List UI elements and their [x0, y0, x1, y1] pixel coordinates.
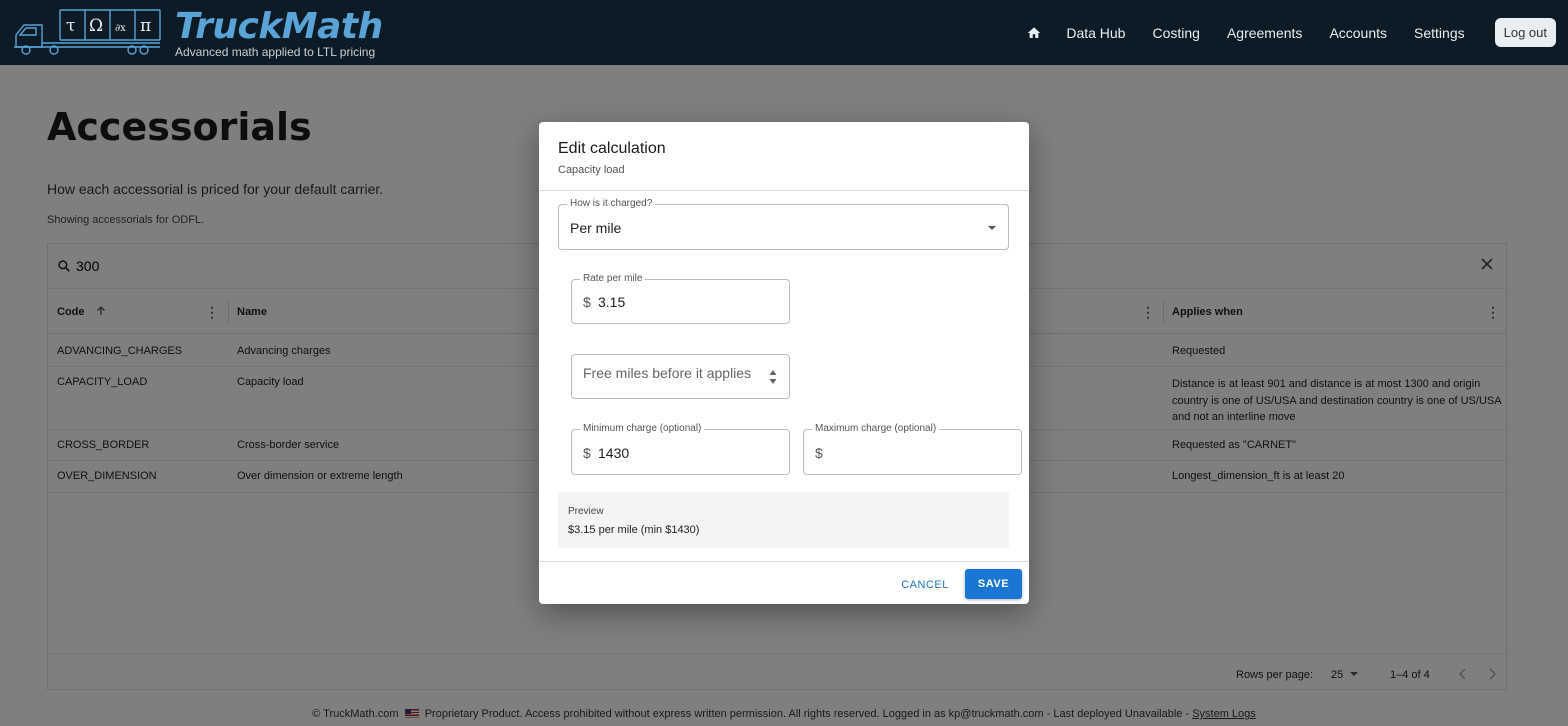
cancel-button[interactable]: CANCEL [897, 571, 953, 599]
charge-method-value: Per mile [570, 220, 622, 236]
currency-prefix: $ [815, 445, 823, 461]
truckmath-logo[interactable]: τ Ω ∂x π TruckMath Advanced math applied… [12, 7, 383, 59]
nav-agreements[interactable]: Agreements [1227, 25, 1302, 41]
save-button[interactable]: SAVE [965, 569, 1022, 599]
maximum-charge-field[interactable]: Maximum charge (optional) $ [803, 423, 1022, 475]
free-miles-field[interactable]: Free miles before it applies [571, 354, 790, 399]
svg-text:π: π [140, 16, 151, 36]
rate-per-mile-label: Rate per mile [580, 273, 646, 284]
preview-label: Preview [568, 506, 604, 517]
truck-logo-icon: τ Ω ∂x π [14, 9, 161, 55]
top-navbar: τ Ω ∂x π TruckMath Advanced math applied… [0, 0, 1568, 65]
brand-name: TruckMath [175, 6, 383, 47]
charge-method-label: How is it charged? [567, 198, 656, 209]
home-icon[interactable] [1024, 23, 1044, 43]
minimum-charge-label: Minimum charge (optional) [580, 423, 705, 434]
svg-text:Ω: Ω [89, 16, 103, 36]
maximum-charge-label: Maximum charge (optional) [812, 423, 940, 434]
rate-per-mile-value: 3.15 [598, 294, 626, 310]
main-nav: Data Hub Costing Agreements Accounts Set… [1024, 0, 1568, 65]
rate-per-mile-field[interactable]: Rate per mile $ 3.15 [571, 273, 790, 324]
currency-prefix: $ [583, 294, 591, 310]
svg-text:∂x: ∂x [115, 23, 126, 34]
edit-calculation-dialog: Edit calculation Capacity load How is it… [539, 122, 1029, 604]
svg-text:τ: τ [66, 16, 75, 36]
nav-data-hub[interactable]: Data Hub [1066, 25, 1125, 41]
number-stepper-icon[interactable] [769, 368, 777, 386]
dialog-subtitle: Capacity load [558, 164, 625, 176]
calculation-preview: Preview $3.15 per mile (min $1430) [558, 492, 1009, 548]
logout-button[interactable]: Log out [1494, 18, 1556, 47]
currency-prefix: $ [583, 445, 591, 461]
minimum-charge-field[interactable]: Minimum charge (optional) $ 1430 [571, 423, 790, 475]
nav-costing[interactable]: Costing [1152, 25, 1199, 41]
dialog-title: Edit calculation [558, 140, 666, 157]
nav-accounts[interactable]: Accounts [1329, 25, 1387, 41]
charge-method-select[interactable]: How is it charged? Per mile [558, 198, 1009, 250]
free-miles-placeholder: Free miles before it applies [583, 365, 752, 381]
brand-block: TruckMath Advanced math applied to LTL p… [175, 6, 383, 60]
divider [539, 190, 1029, 191]
minimum-charge-value: 1430 [598, 445, 630, 461]
dropdown-arrow-icon [988, 226, 996, 230]
nav-settings[interactable]: Settings [1414, 25, 1465, 41]
brand-tagline: Advanced math applied to LTL pricing [175, 45, 376, 59]
preview-text: $3.15 per mile (min $1430) [568, 524, 700, 536]
divider [539, 561, 1029, 562]
